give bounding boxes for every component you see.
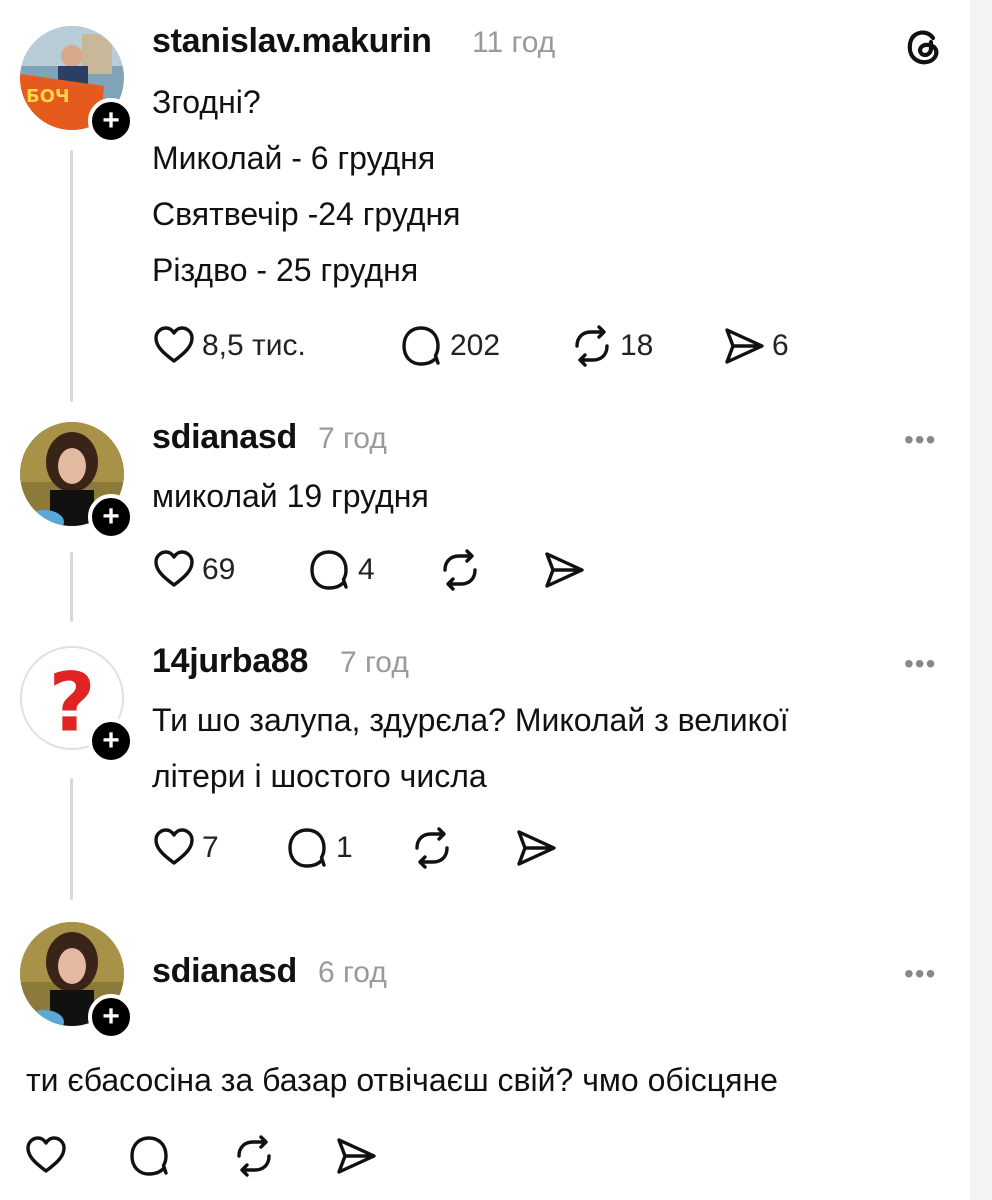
follow-button[interactable]: + [88, 994, 134, 1040]
like-button[interactable]: 8,5 тис. [152, 324, 306, 368]
share-button[interactable] [514, 826, 564, 870]
plus-icon: + [102, 104, 120, 137]
follow-button[interactable]: + [88, 98, 134, 144]
like-count: 69 [202, 553, 236, 586]
comment-username[interactable]: sdianasd [152, 952, 297, 991]
share-icon [545, 552, 584, 588]
more-icon[interactable]: ••• [904, 424, 936, 456]
comment-text: ти єбасосіна за базар отвічаєш свій? чмо… [26, 1052, 778, 1108]
thread-line [70, 552, 73, 622]
comment-text: миколай 19 грудня [152, 468, 429, 524]
comment-button[interactable]: 4 [308, 548, 375, 592]
post-username[interactable]: stanislav.makurin [152, 22, 432, 61]
repost-icon [415, 827, 449, 869]
like-button[interactable] [24, 1134, 74, 1178]
repost-button[interactable] [232, 1134, 282, 1178]
reply-count: 202 [450, 329, 501, 362]
like-count: 8,5 тис. [202, 329, 306, 362]
comment-icon [288, 828, 326, 868]
comment-actions [24, 1134, 424, 1178]
comment-actions: 69 4 [152, 548, 612, 592]
more-icon[interactable]: ••• [904, 648, 936, 680]
heart-icon [154, 828, 194, 865]
repost-icon [443, 549, 477, 591]
post-text: Згодні? Миколай - 6 грудня Святвечір -24… [152, 74, 460, 298]
share-icon [517, 830, 556, 866]
share-icon [337, 1138, 376, 1174]
share-icon [725, 328, 764, 364]
comment-button[interactable]: 202 [400, 324, 500, 368]
more-icon[interactable]: ••• [904, 958, 936, 990]
post-line: Різдво - 25 грудня [152, 252, 419, 288]
comment-icon [402, 326, 440, 366]
post-line: Святвечір -24 грудня [152, 196, 461, 232]
repost-button[interactable] [410, 826, 460, 870]
repost-button[interactable] [438, 548, 488, 592]
screen-edge [970, 0, 992, 1200]
comment-time: 7 год [318, 422, 387, 455]
like-button[interactable]: 7 [152, 826, 219, 870]
plus-icon: + [102, 724, 120, 757]
like-count: 7 [202, 831, 219, 864]
reply-count: 4 [358, 553, 375, 586]
post-actions: 8,5 тис. 202 18 6 [152, 324, 832, 368]
repost-count: 18 [620, 329, 654, 362]
comment-username[interactable]: 14jurba88 [152, 642, 308, 681]
share-button[interactable]: 6 [722, 324, 789, 368]
comment-username[interactable]: sdianasd [152, 418, 297, 457]
comment-button[interactable]: 1 [286, 826, 353, 870]
post-line: Миколай - 6 грудня [152, 140, 436, 176]
comment-line: літери і шостого числа [152, 758, 487, 794]
follow-button[interactable]: + [88, 718, 134, 764]
comment-line: Ти шо залупа, здурєла? Миколай з великої [152, 702, 789, 738]
post-time: 11 год [472, 26, 556, 59]
avatar-banner-text: БОЧ [26, 86, 70, 107]
plus-icon: + [102, 1000, 120, 1033]
repost-icon [237, 1135, 271, 1177]
plus-icon: + [102, 500, 120, 533]
comment-time: 7 год [340, 646, 409, 679]
comment-time: 6 год [318, 956, 387, 989]
heart-icon [154, 326, 194, 363]
thread-line [70, 778, 73, 900]
share-count: 6 [772, 329, 789, 362]
comment-icon [310, 550, 348, 590]
heart-icon [26, 1136, 66, 1173]
share-button[interactable] [542, 548, 592, 592]
comment-button[interactable] [128, 1134, 178, 1178]
follow-button[interactable]: + [88, 494, 134, 540]
thread-line [70, 150, 73, 402]
threads-logo-icon[interactable] [903, 26, 945, 73]
comment-icon [130, 1136, 168, 1176]
comment-line: миколай 19 грудня [152, 478, 429, 514]
share-button[interactable] [334, 1134, 384, 1178]
post-line: Згодні? [152, 84, 261, 120]
comment-actions: 7 1 [152, 826, 612, 870]
comment-text: Ти шо залупа, здурєла? Миколай з великої… [152, 692, 789, 804]
repost-button[interactable]: 18 [570, 324, 653, 368]
like-button[interactable]: 69 [152, 548, 235, 592]
repost-icon [575, 325, 609, 367]
reply-count: 1 [336, 831, 353, 864]
comment-line: ти єбасосіна за базар отвічаєш свій? чмо… [26, 1062, 778, 1098]
heart-icon [154, 550, 194, 587]
